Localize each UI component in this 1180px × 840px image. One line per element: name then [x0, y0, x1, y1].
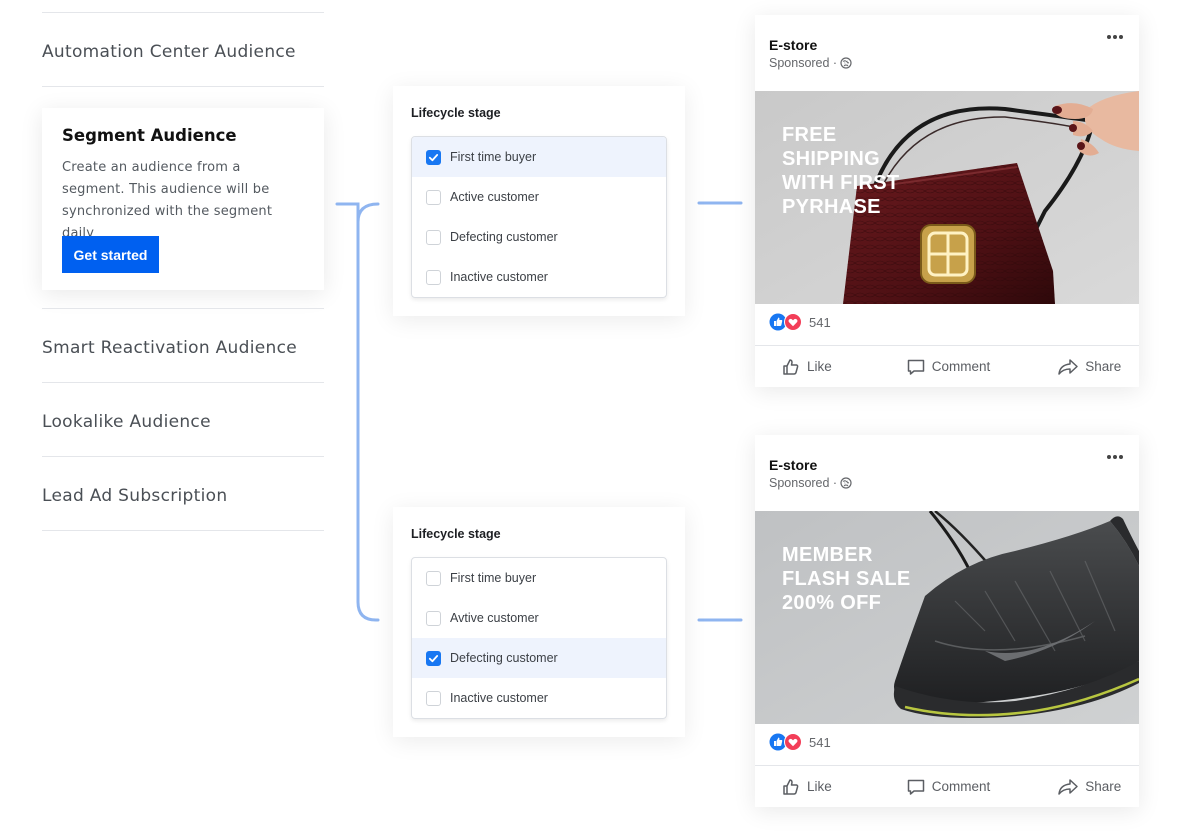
checkbox-checked[interactable] — [426, 149, 441, 165]
lifecycle-option-label: Avtive customer — [450, 611, 539, 625]
lifecycle-option-defecting-customer[interactable]: Defecting customer — [412, 217, 666, 257]
thumbs-up-icon — [783, 358, 799, 375]
menu-divider — [42, 456, 324, 457]
checkbox-unchecked[interactable] — [426, 690, 441, 706]
lifecycle-option-active-customer[interactable]: Active customer — [412, 177, 666, 217]
comment-label: Comment — [931, 779, 991, 794]
love-reaction-icon — [784, 733, 802, 751]
reaction-count: 541 — [809, 734, 831, 750]
lifecycle-option-defecting-customer[interactable]: Defecting customer — [412, 638, 666, 678]
lifecycle-option-active-customer[interactable]: Avtive customer — [412, 598, 666, 638]
get-started-button[interactable]: Get started — [62, 236, 159, 273]
branch-connector — [335, 202, 380, 622]
checkbox-unchecked[interactable] — [426, 610, 441, 626]
lifecycle-options: First time buyer Active customer Defecti… — [411, 136, 667, 298]
menu-item-lead-ad-subscription[interactable]: Lead Ad Subscription — [42, 486, 324, 506]
like-label: Like — [807, 359, 832, 374]
checkbox-checked[interactable] — [426, 650, 441, 666]
globe-icon — [840, 477, 852, 489]
checkbox-unchecked[interactable] — [426, 570, 441, 586]
ad-image-sneaker[interactable]: MEMBER FLASH SALE 200% OFF — [755, 511, 1139, 724]
menu-item-lookalike[interactable]: Lookalike Audience — [42, 412, 324, 432]
menu-item-automation-center[interactable]: Automation Center Audience — [42, 42, 324, 62]
segment-audience-title: Segment Audience — [62, 126, 237, 145]
ad-reactions[interactable]: 541 — [769, 733, 831, 751]
lifecycle-option-label: Defecting customer — [450, 230, 558, 244]
globe-icon — [840, 57, 852, 69]
menu-divider — [42, 308, 324, 309]
lifecycle-option-label: Inactive customer — [450, 691, 548, 705]
share-button[interactable]: Share — [1057, 777, 1121, 797]
lifecycle-panel-1: Lifecycle stage First time buyer Active … — [393, 86, 685, 316]
share-icon — [1058, 778, 1079, 795]
ad-image-handbag[interactable]: FREE SHIPPING WITH FIRST PYRHASE — [755, 91, 1139, 304]
ad-card-2: E-store Sponsored · MEMBER FLASH SALE 20… — [755, 435, 1139, 807]
ad-headline: MEMBER FLASH SALE 200% OFF — [782, 544, 911, 614]
checkbox-unchecked[interactable] — [426, 269, 441, 285]
lifecycle-option-label: First time buyer — [450, 150, 537, 164]
lifecycle-title: Lifecycle stage — [411, 527, 501, 541]
share-label: Share — [1085, 359, 1122, 374]
ad-actions: Like Comment Share — [755, 766, 1139, 807]
lifecycle-title: Lifecycle stage — [411, 106, 501, 120]
menu-item-smart-reactivation[interactable]: Smart Reactivation Audience — [42, 338, 324, 358]
share-button[interactable]: Share — [1057, 357, 1121, 377]
comment-label: Comment — [931, 359, 991, 374]
comment-icon — [907, 779, 925, 795]
sponsored-text: Sponsored · — [769, 56, 838, 70]
ad-sponsored-label: Sponsored · — [769, 56, 852, 70]
lifecycle-option-first-time-buyer[interactable]: First time buyer — [412, 558, 666, 598]
ad-headline: FREE SHIPPING WITH FIRST PYRHASE — [782, 124, 900, 218]
segment-audience-description: Create an audience from a segment. This … — [62, 160, 273, 241]
like-button[interactable]: Like — [781, 777, 832, 797]
segment-audience-card: Segment Audience Create an audience from… — [42, 108, 324, 290]
share-label: Share — [1085, 779, 1122, 794]
ad-brand-name[interactable]: E-store — [769, 37, 817, 53]
lifecycle-option-label: First time buyer — [450, 571, 537, 585]
checkbox-unchecked[interactable] — [426, 189, 441, 205]
thumbs-up-icon — [783, 778, 799, 795]
menu-divider — [42, 12, 324, 13]
check-icon — [428, 654, 439, 662]
more-options-icon[interactable] — [1105, 447, 1125, 467]
lifecycle-option-label: Active customer — [450, 190, 539, 204]
love-reaction-icon — [784, 313, 802, 331]
sponsored-text: Sponsored · — [769, 476, 838, 490]
branch-connector-top — [356, 202, 380, 224]
like-button[interactable]: Like — [781, 357, 832, 377]
lifecycle-option-first-time-buyer[interactable]: First time buyer — [412, 137, 666, 177]
comment-button[interactable]: Comment — [906, 357, 991, 377]
ad-reactions[interactable]: 541 — [769, 313, 831, 331]
lifecycle-option-label: Defecting customer — [450, 651, 558, 665]
reaction-count: 541 — [809, 314, 831, 330]
like-label: Like — [807, 779, 832, 794]
lifecycle-option-inactive-customer[interactable]: Inactive customer — [412, 678, 666, 718]
lifecycle-option-label: Inactive customer — [450, 270, 548, 284]
check-icon — [428, 153, 439, 161]
more-options-icon[interactable] — [1105, 27, 1125, 47]
ad-card-1: E-store Sponsored · FREE SHIPPING WITH F… — [755, 15, 1139, 387]
ad-actions: Like Comment Share — [755, 346, 1139, 387]
comment-button[interactable]: Comment — [906, 777, 991, 797]
lifecycle-panel-2: Lifecycle stage First time buyer Avtive … — [393, 507, 685, 737]
menu-divider — [42, 382, 324, 383]
checkbox-unchecked[interactable] — [426, 229, 441, 245]
comment-icon — [907, 359, 925, 375]
lifecycle-options: First time buyer Avtive customer Defecti… — [411, 557, 667, 719]
ad-sponsored-label: Sponsored · — [769, 476, 852, 490]
menu-divider — [42, 530, 324, 531]
share-icon — [1058, 358, 1079, 375]
menu-divider — [42, 86, 324, 87]
lifecycle-option-inactive-customer[interactable]: Inactive customer — [412, 257, 666, 297]
ad-brand-name[interactable]: E-store — [769, 457, 817, 473]
